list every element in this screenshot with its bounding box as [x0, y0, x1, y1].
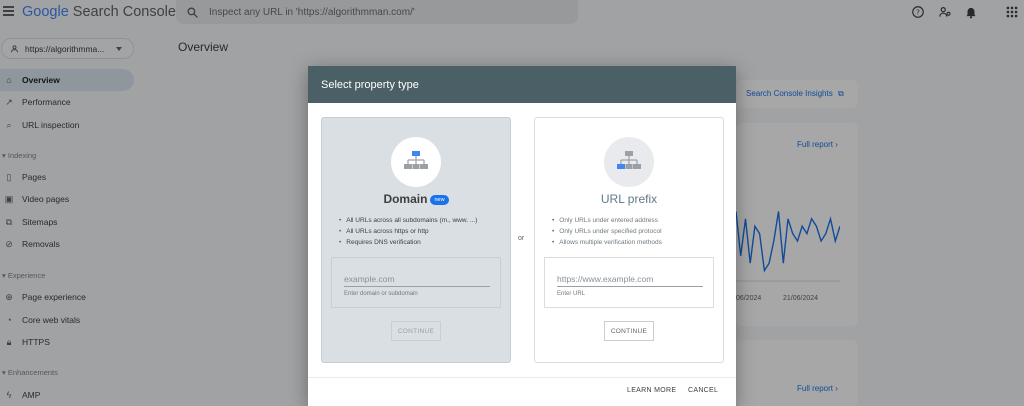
url-prefix-option-card[interactable]: URL prefix Only URLs under entered addre…	[534, 117, 724, 363]
dialog-footer: LEARN MORE CANCEL	[308, 377, 736, 406]
domain-hierarchy-icon	[404, 151, 428, 169]
url-prefix-icon-circle	[604, 137, 654, 187]
list-item: Only URLs under specified protocol	[552, 226, 662, 237]
url-prefix-field-hint: Enter URL	[557, 291, 586, 297]
domain-field-hint: Enter domain or subdomain	[344, 291, 418, 297]
url-prefix-continue-button[interactable]: CONTINUE	[604, 321, 654, 341]
dialog-title: Select property type	[321, 78, 419, 91]
list-item: All URLs across all subdomains (m., www.…	[339, 215, 477, 226]
list-item: Only URLs under entered address	[552, 215, 662, 226]
list-item: Allows multiple verification methods	[552, 237, 662, 248]
new-badge: new	[430, 195, 449, 205]
domain-field-container: Enter domain or subdomain	[331, 257, 501, 308]
url-prefix-hierarchy-icon	[617, 151, 641, 169]
learn-more-button[interactable]: LEARN MORE	[627, 387, 676, 394]
cancel-button[interactable]: CANCEL	[688, 387, 718, 394]
domain-input[interactable]	[344, 271, 490, 287]
url-prefix-field-container: Enter URL	[544, 257, 714, 308]
list-item: All URLs across https or http	[339, 226, 477, 237]
domain-title-text: Domain	[383, 192, 428, 206]
url-prefix-input[interactable]	[557, 271, 703, 287]
url-prefix-bullet-list: Only URLs under entered address Only URL…	[552, 215, 662, 248]
domain-title: Domain new	[322, 192, 510, 206]
domain-option-card[interactable]: Domainnew All URLs across all subdomains…	[321, 117, 511, 363]
domain-icon-circle	[391, 137, 441, 187]
select-property-type-dialog: Select property type Domainnew All URLs …	[308, 66, 736, 406]
dialog-header: Select property type	[308, 66, 736, 103]
domain-bullet-list: All URLs across all subdomains (m., www.…	[339, 215, 477, 248]
domain-continue-button[interactable]: CONTINUE	[391, 321, 441, 341]
or-separator: or	[518, 235, 525, 242]
url-prefix-title: URL prefix	[600, 192, 658, 206]
list-item: Requires DNS verification	[339, 237, 477, 248]
